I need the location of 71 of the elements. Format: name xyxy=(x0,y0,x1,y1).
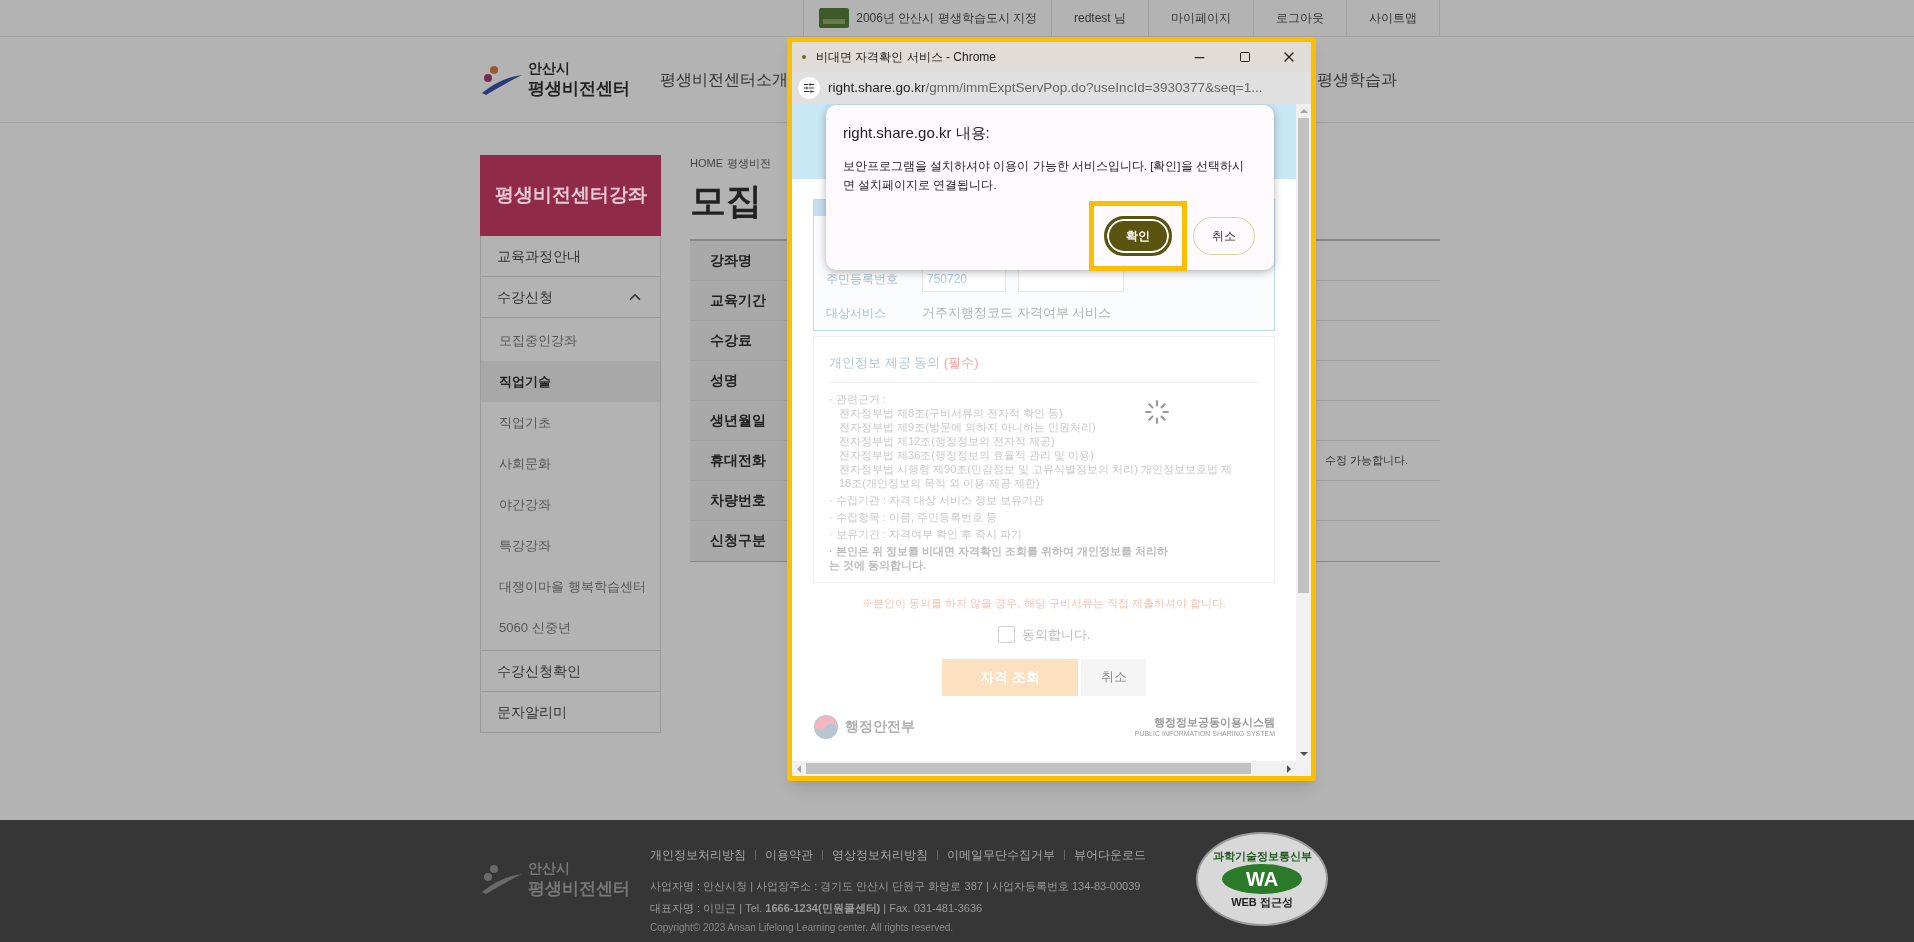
submenu-item[interactable]: 대쟁이마을 행복학습센터 xyxy=(481,566,660,607)
breadcrumb-link[interactable]: 평생비전 xyxy=(727,155,771,172)
alert-message: 보안프로그램을 설치하셔야 이용이 가능한 서비스입니다. [확인]을 선택하시면 설치페이지로 연결됩니다. xyxy=(843,158,1245,193)
system-logo-name: 행정정보공동이용시스템 xyxy=(1154,716,1275,728)
table-header-cell: 신청구분 xyxy=(690,520,790,561)
form-value: 거주지행정코드 자격여부 서비스 xyxy=(922,304,1112,323)
badge-mark: WA xyxy=(1222,864,1302,894)
top-link[interactable]: 마이페이지 xyxy=(1149,0,1254,36)
site-settings-icon[interactable] xyxy=(798,77,820,99)
cancel-button[interactable]: 취소 xyxy=(1081,658,1146,696)
window-title: 비대면 자격확인 서비스 - Chrome xyxy=(816,49,997,66)
sidebar-item[interactable]: 수강신청확인 xyxy=(480,651,661,692)
logo-city: 안산시 xyxy=(528,60,571,78)
nav-link[interactable]: 평생학습과 xyxy=(1317,67,1397,92)
table-header-cell: 교육기간 xyxy=(690,280,790,320)
submenu-item[interactable]: 특강강좌 xyxy=(481,525,660,566)
table-header-cell: 생년월일 xyxy=(690,400,790,440)
sidebar-item[interactable]: 문자알리미 xyxy=(480,692,661,733)
award-badge-icon xyxy=(818,7,851,29)
badge-top-text: 과학기술정보통신부 xyxy=(1212,848,1312,864)
top-link[interactable]: 로그아웃 xyxy=(1254,0,1347,36)
submenu-item[interactable]: 5060 신중년 xyxy=(481,607,660,648)
sidebar-title: 평생비전센터강좌 xyxy=(480,155,661,236)
submenu-item[interactable]: 직업기초 xyxy=(481,402,660,443)
footer-link[interactable]: 이메일무단수집거부 xyxy=(947,846,1055,864)
loading-spinner-icon xyxy=(1144,399,1170,425)
confirm-button[interactable]: 확인 xyxy=(1104,215,1172,256)
footer-info: 사업자명 : 안산시청 | 사업장주소 : 경기도 안산시 단원구 화랑로 387 | 사업자등록번호 134-83-00039 xyxy=(650,879,1142,894)
logo-city: 안산시 xyxy=(528,860,571,878)
consent-title: 개인정보 제공 동의 (필수) xyxy=(829,354,980,372)
submenu-item[interactable]: 직업기술 xyxy=(481,361,660,402)
favicon-icon xyxy=(802,55,806,59)
taegeuk-icon xyxy=(813,713,839,740)
consent-notice: ※본인이 동의를 하지 않을 경우, 해당 구비서류는 직접 제출하셔야 합니다. xyxy=(861,595,1227,611)
table-header-cell: 차량번호 xyxy=(690,480,790,520)
footer-link[interactable]: 영상정보처리방침 xyxy=(832,846,928,864)
maximize-icon[interactable] xyxy=(1239,51,1251,63)
sidebar-item[interactable]: 교육과정안내 xyxy=(480,236,661,277)
footer-info: 대표자명 : 이민근 | Tel. 1666-1234(민원콜센터) | Fax. 031-481-3636 xyxy=(650,900,984,916)
agree-label: 동의합니다. xyxy=(1021,626,1091,644)
award-text: 2006년 안산시 평생학습도시 지정 xyxy=(856,10,1037,27)
submenu-item[interactable]: 모집중인강좌 xyxy=(481,320,660,361)
submenu-item[interactable]: 사회문화 xyxy=(481,443,660,484)
alert-title: right.share.go.kr 내용: xyxy=(843,123,991,143)
copyright: Copyright© 2023 Ansan Lifelong Learning center. All rights reserved. xyxy=(650,921,955,935)
submenu-item[interactable]: 야간강좌 xyxy=(481,484,660,525)
form-label: 주민등록번호 xyxy=(826,271,899,288)
table-header-cell: 성명 xyxy=(690,360,790,400)
footer-link[interactable]: 이용약관 xyxy=(765,846,813,864)
page-title: 모집 xyxy=(690,178,762,223)
ministry-logo-text: 행정안전부 xyxy=(845,717,915,736)
vertical-scrollbar[interactable] xyxy=(1296,104,1311,761)
sidebar-item[interactable]: 수강신청 xyxy=(480,277,661,318)
field-note: 수정 가능합니다. xyxy=(1324,452,1409,468)
top-link[interactable]: redtest 님 xyxy=(1051,0,1149,36)
table-header-cell: 휴대전화 xyxy=(690,440,790,480)
table-header-cell: 강좌명 xyxy=(690,240,790,280)
logo-name: 평생비전센터 xyxy=(528,877,630,899)
badge-bottom-text: WEB 접근성 xyxy=(1231,895,1293,910)
footer-link[interactable]: 개인정보처리방침 xyxy=(650,846,746,864)
consent-statement: · 본인은 위 정보를 비대면 자격확인 조회를 위하여 개인정보를 처리하는 것에 동의합니다. xyxy=(829,543,1170,572)
logo-name: 평생비전센터 xyxy=(528,77,630,99)
horizontal-scrollbar[interactable] xyxy=(792,761,1311,776)
table-header-cell: 수강료 xyxy=(690,320,790,360)
agree-checkbox[interactable] xyxy=(997,626,1015,644)
form-label: 대상서비스 xyxy=(826,305,887,322)
breadcrumb-link[interactable]: HOME xyxy=(690,155,723,172)
nav-link[interactable]: 평생비전센터소개 xyxy=(660,67,788,92)
footer-link[interactable]: 뷰어다운로드 xyxy=(1074,846,1146,864)
logo-icon xyxy=(480,862,524,897)
top-link[interactable]: 사이트맵 xyxy=(1347,0,1440,36)
